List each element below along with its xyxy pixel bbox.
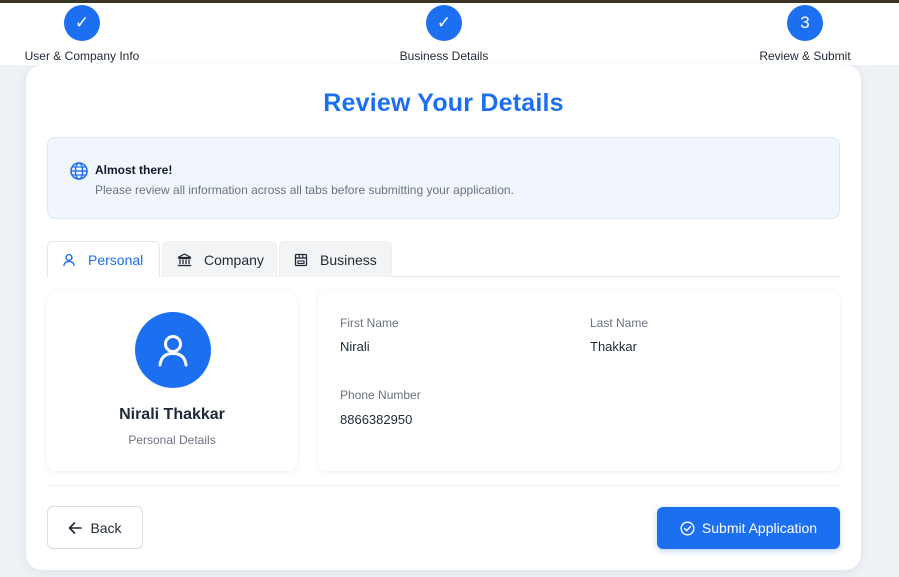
store-icon: [294, 253, 308, 266]
last-name-value: Thakkar: [590, 339, 637, 354]
arrow-left-icon: [69, 521, 83, 534]
profile-subtitle: Personal Details: [128, 433, 216, 447]
phone-number-value: 8866382950: [340, 412, 413, 427]
step-label: Review & Submit: [759, 49, 851, 63]
first-name-label: First Name: [340, 316, 399, 330]
step-check-icon: ✓: [64, 5, 100, 41]
step-label: Business Details: [399, 49, 489, 63]
submit-label: Submit Application: [701, 520, 818, 536]
tab-business[interactable]: Business: [279, 241, 392, 277]
step-label: User & Company Info: [24, 49, 140, 63]
last-name-label: Last Name: [590, 316, 649, 330]
step-user-company-info[interactable]: ✓ User & Company Info: [24, 5, 140, 63]
step-number: 3: [787, 5, 823, 41]
globe-icon: [70, 162, 88, 180]
back-label: Back: [90, 519, 122, 536]
review-tabs: Personal Company Business: [47, 241, 840, 278]
tab-label: Personal: [88, 252, 144, 268]
step-business-details[interactable]: ✓ Business Details: [398, 5, 490, 63]
step-check-icon: ✓: [426, 5, 462, 41]
first-name-value: Nirali: [340, 339, 370, 354]
profile-summary-card: Nirali Thakkar Personal Details: [47, 291, 297, 471]
page-title: Review Your Details: [323, 89, 564, 117]
tab-label: Business: [320, 251, 377, 268]
tab-personal[interactable]: Personal: [47, 241, 160, 278]
phone-number-label: Phone Number: [340, 388, 421, 402]
notice-text: Please review all information across all…: [95, 183, 514, 197]
check-circle-icon: [680, 520, 695, 536]
profile-name: Nirali Thakkar: [119, 406, 225, 423]
user-icon: [63, 253, 75, 267]
progress-stepper: ✓ User & Company Info ✓ Business Details…: [0, 3, 899, 65]
step-review-submit[interactable]: 3 Review & Submit: [759, 5, 851, 63]
user-avatar-icon: [158, 335, 188, 367]
review-card: Review Your Details Almost there! Please…: [26, 65, 861, 570]
notice-banner: Almost there! Please review all informat…: [47, 137, 840, 219]
back-button[interactable]: Back: [47, 506, 143, 549]
tab-label: Company: [204, 251, 264, 268]
avatar: [135, 312, 211, 388]
notice-title: Almost there!: [95, 163, 173, 177]
bank-icon: [177, 252, 192, 266]
submit-application-button[interactable]: Submit Application: [657, 507, 840, 549]
footer-divider: [47, 485, 840, 486]
personal-details-card: First Name Nirali Last Name Thakkar Phon…: [318, 291, 840, 471]
tab-company[interactable]: Company: [162, 241, 277, 277]
